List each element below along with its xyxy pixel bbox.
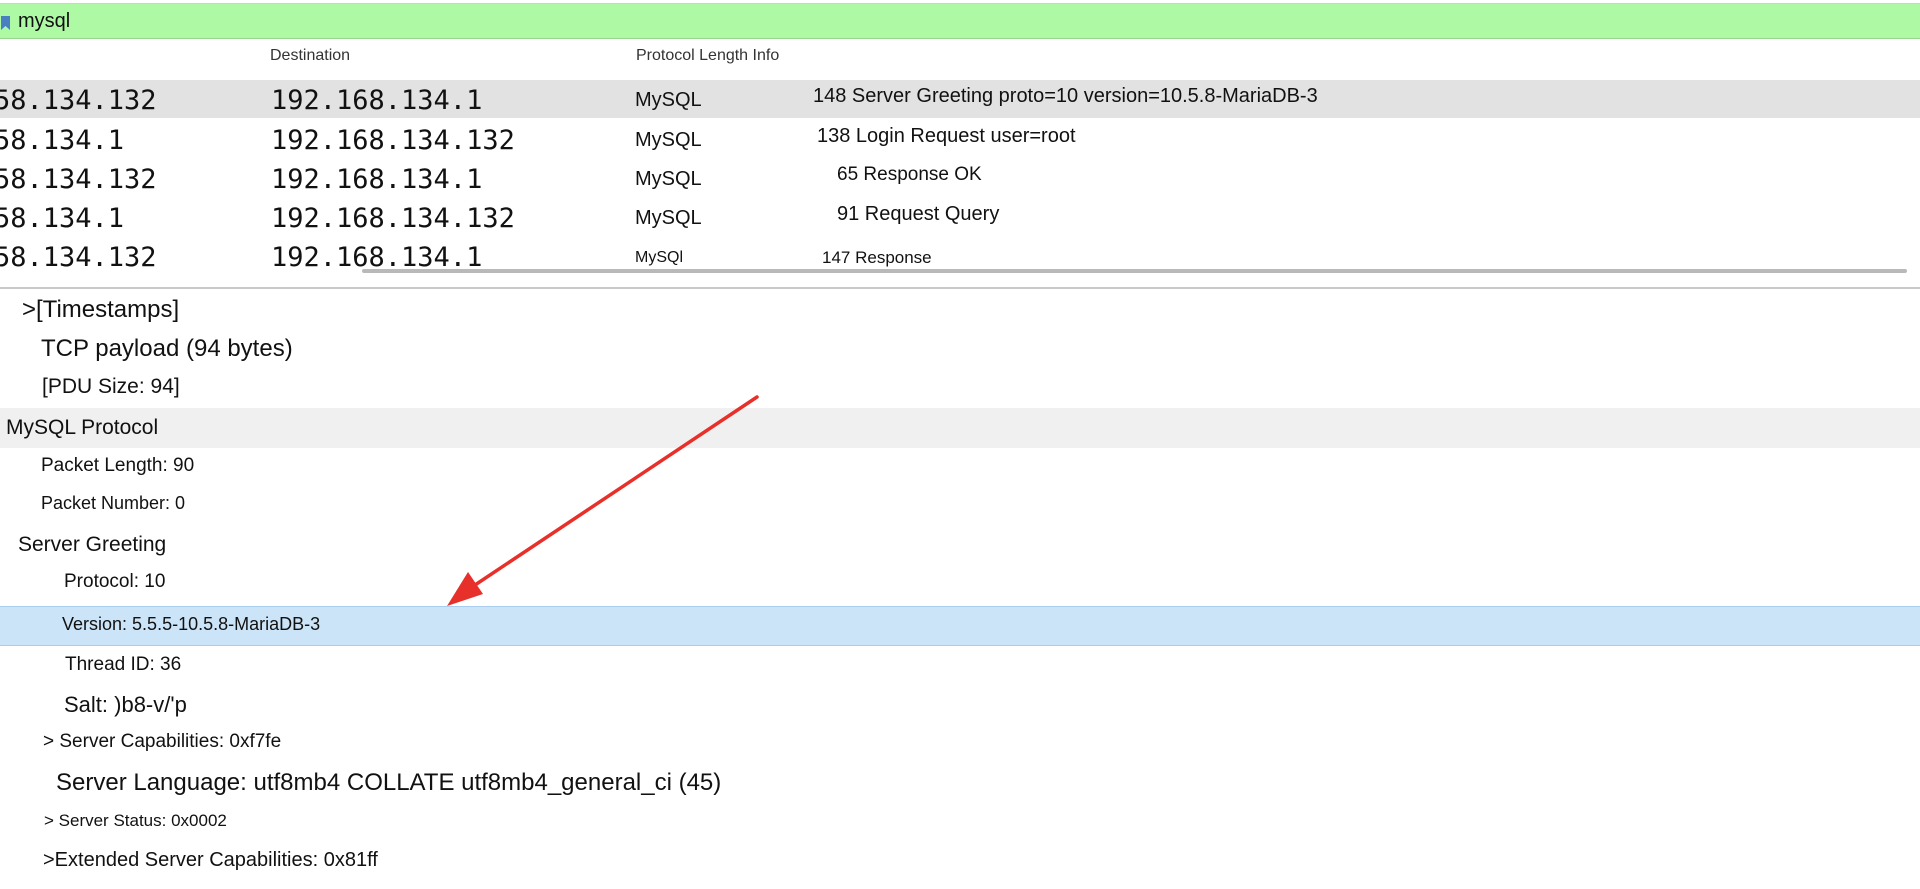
tree-item-label: Salt: )b8-v/'p — [64, 692, 187, 717]
packet-details-pane: >[Timestamps] TCP payload (94 bytes) [PD… — [0, 290, 1920, 889]
packet-protocol: MySQL — [635, 168, 702, 190]
tree-item-label: TCP payload (94 bytes) — [41, 335, 293, 362]
packet-source: 58.134.132 — [0, 85, 157, 116]
tree-item-label: Version: 5.5.5-10.5.8-MariaDB-3 — [62, 614, 321, 634]
packet-protocol: MySQL — [635, 207, 702, 229]
filter-input[interactable]: mysql — [18, 10, 70, 33]
tree-item-label: MySQL Protocol — [6, 416, 159, 439]
tree-item-label: Packet Length: 90 — [41, 455, 195, 476]
horizontal-scrollbar[interactable] — [362, 269, 1907, 273]
packet-destination: 192.168.134.1 — [271, 164, 483, 195]
tree-item-mysql-protocol[interactable]: MySQL Protocol — [0, 408, 1920, 448]
tree-item-label: Protocol: 10 — [64, 571, 166, 592]
packet-row[interactable]: 58.134.132 192.168.134.1 MySQl 147 Respo… — [0, 237, 1920, 268]
tree-item-server-capabilities[interactable]: > Server Capabilities: 0xf7fe — [0, 725, 1920, 765]
packet-source: 58.134.132 — [0, 242, 157, 268]
packet-source: 58.134.132 — [0, 164, 157, 195]
column-header-protocol-length-info[interactable]: Protocol Length Info — [636, 47, 779, 65]
packet-row[interactable]: 58.134.132 192.168.134.1 MySQL 65 Respon… — [0, 159, 1920, 197]
packet-info: 91 Request Query — [837, 203, 1000, 225]
tree-item-label: > Server Capabilities: 0xf7fe — [43, 731, 282, 752]
packet-row[interactable]: 58.134.1 192.168.134.132 MySQL 91 Reques… — [0, 198, 1920, 236]
tree-item-pdu-size[interactable]: [PDU Size: 94] — [0, 369, 1920, 409]
packet-destination: 192.168.134.132 — [271, 203, 515, 234]
tree-item-version[interactable]: Version: 5.5.5-10.5.8-MariaDB-3 — [0, 606, 1920, 646]
tree-item-label: Server Language: utf8mb4 COLLATE utf8mb4… — [56, 769, 722, 796]
packet-source: 58.134.1 — [0, 203, 125, 234]
tree-item-timestamps[interactable]: >[Timestamps] — [0, 290, 1920, 330]
tree-item-salt[interactable]: Salt: )b8-v/'p — [0, 686, 1920, 726]
tree-item-extended-capabilities[interactable]: >Extended Server Capabilities: 0x81ff — [0, 842, 1920, 882]
packet-info: 148 Server Greeting proto=10 version=10.… — [813, 85, 1318, 107]
packet-protocol: MySQL — [635, 129, 702, 151]
tree-item-label: Thread ID: 36 — [65, 654, 182, 675]
tree-item-server-greeting[interactable]: Server Greeting — [0, 525, 1920, 565]
packet-list: 58.134.132 192.168.134.1 MySQL 148 Serve… — [0, 80, 1920, 268]
tree-item-label: > Server Status: 0x0002 — [44, 811, 227, 830]
tree-item-packet-length[interactable]: Packet Length: 90 — [0, 448, 1920, 488]
tree-item-thread-id[interactable]: Thread ID: 36 — [0, 646, 1920, 686]
pane-divider[interactable] — [0, 287, 1920, 289]
packet-source: 58.134.1 — [0, 125, 125, 156]
tree-item-label: >Extended Server Capabilities: 0x81ff — [43, 849, 378, 871]
tree-item-label: Packet Number: 0 — [41, 493, 186, 513]
display-filter-bar[interactable]: mysql — [0, 3, 1920, 39]
packet-destination: 192.168.134.132 — [271, 125, 515, 156]
packet-row[interactable]: 58.134.1 192.168.134.132 MySQL 138 Login… — [0, 120, 1920, 158]
packet-protocol: MySQL — [635, 89, 702, 111]
packet-destination: 192.168.134.1 — [271, 242, 483, 268]
bookmark-icon[interactable] — [1, 16, 10, 30]
packet-info: 138 Login Request user=root — [817, 125, 1076, 147]
column-header-destination[interactable]: Destination — [270, 47, 350, 65]
tree-item-server-status[interactable]: > Server Status: 0x0002 — [0, 804, 1920, 844]
tree-item-server-language[interactable]: Server Language: utf8mb4 COLLATE utf8mb4… — [0, 764, 1920, 804]
packet-info: 65 Response OK — [837, 164, 982, 185]
tree-item-label: [PDU Size: 94] — [42, 375, 180, 398]
packet-info: 147 Response — [822, 248, 932, 267]
tree-item-label: Server Greeting — [18, 533, 167, 556]
packet-destination: 192.168.134.1 — [271, 85, 483, 116]
packet-row[interactable]: 58.134.132 192.168.134.1 MySQL 148 Serve… — [0, 80, 1920, 118]
tree-item-protocol[interactable]: Protocol: 10 — [0, 563, 1920, 603]
tree-item-label: >[Timestamps] — [22, 296, 180, 323]
packet-protocol: MySQl — [635, 249, 683, 266]
tree-item-packet-number[interactable]: Packet Number: 0 — [0, 486, 1920, 526]
tree-item-tcp-payload[interactable]: TCP payload (94 bytes) — [0, 330, 1920, 370]
